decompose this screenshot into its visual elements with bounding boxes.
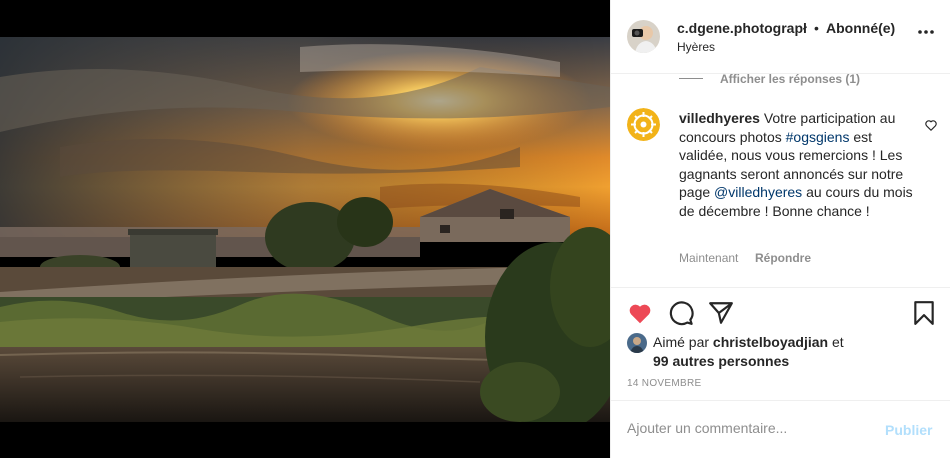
- instagram-post: c.dgene.photograpł • Abonné(e) Hyères Af…: [0, 0, 950, 458]
- author-avatar-image: [627, 20, 660, 53]
- comment-username[interactable]: villedhyeres: [679, 110, 760, 126]
- comment-text: villedhyeres Votre participation au conc…: [679, 109, 919, 220]
- heart-filled-icon[interactable]: [627, 300, 653, 326]
- hashtag-link[interactable]: #ogsgiens: [786, 129, 850, 145]
- post-actions: Aimé par christelboyadjian et 99 autres …: [611, 288, 950, 401]
- liked-by-line: Aimé par christelboyadjian et: [653, 334, 844, 350]
- author-avatar[interactable]: [627, 20, 660, 53]
- post-side-panel: c.dgene.photograpł • Abonné(e) Hyères Af…: [610, 0, 950, 458]
- comment-time: Maintenant: [679, 251, 739, 265]
- liked-by-prefix: Aimé par: [653, 334, 713, 350]
- commenter-avatar[interactable]: [627, 108, 660, 141]
- bookmark-icon[interactable]: [911, 300, 937, 326]
- sunset-landscape-image: [0, 37, 610, 422]
- mention-link[interactable]: @villedhyeres: [714, 184, 802, 200]
- comment-composer: Publier: [611, 401, 950, 458]
- post-photo[interactable]: [0, 37, 610, 422]
- photo-pane: [0, 0, 610, 458]
- replies-divider: [679, 78, 703, 79]
- liked-by-conj: et: [828, 334, 844, 350]
- author-username[interactable]: c.dgene.photograpł: [677, 20, 807, 36]
- publish-button[interactable]: Publier: [885, 422, 932, 438]
- ville-hyeres-logo-icon: [627, 108, 660, 141]
- follow-status-button[interactable]: Abonné(e): [826, 20, 895, 36]
- more-horizontal-icon[interactable]: [916, 22, 936, 42]
- liker-avatar-image: [627, 333, 647, 353]
- view-replies-button[interactable]: Afficher les réponses (1): [720, 74, 860, 86]
- reply-button[interactable]: Répondre: [755, 251, 811, 265]
- post-header: c.dgene.photograpł • Abonné(e) Hyères: [611, 0, 950, 74]
- liker-avatar[interactable]: [627, 333, 647, 353]
- heart-outline-icon[interactable]: [924, 118, 938, 132]
- comment-input[interactable]: [627, 420, 867, 436]
- likes-count-button[interactable]: 99 autres personnes: [653, 353, 789, 369]
- comments-list: Afficher les réponses (1) villedhyeres V…: [611, 74, 950, 288]
- post-location[interactable]: Hyères: [677, 40, 715, 54]
- post-date: 14 NOVEMBRE: [627, 378, 702, 389]
- paper-plane-icon[interactable]: [708, 300, 734, 326]
- header-separator: •: [814, 20, 819, 36]
- comment-icon[interactable]: [668, 300, 694, 326]
- liked-by-username[interactable]: christelboyadjian: [713, 334, 828, 350]
